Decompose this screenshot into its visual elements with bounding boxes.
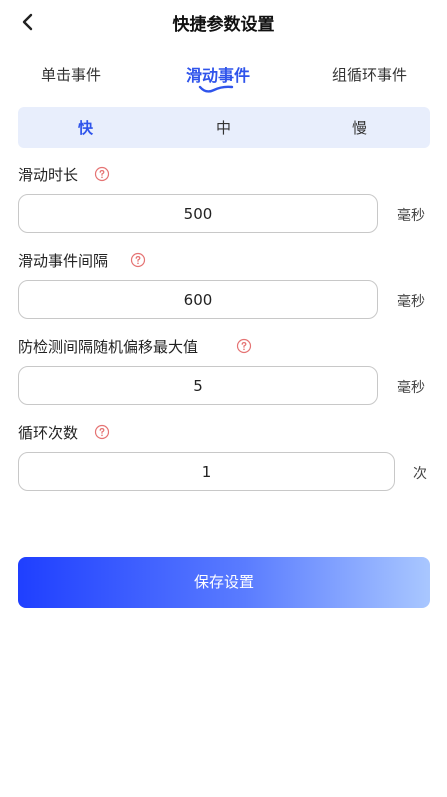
loop-count-help-icon[interactable] — [94, 424, 110, 440]
interval-help-icon[interactable] — [130, 252, 146, 268]
active-tab-indicator — [198, 85, 234, 93]
question-circle-icon — [94, 424, 110, 440]
question-circle-icon — [236, 338, 252, 354]
random-offset-help-icon[interactable] — [236, 338, 252, 354]
speed-option-slow[interactable]: 慢 — [352, 117, 367, 138]
interval-unit: 毫秒 — [397, 294, 425, 310]
random-offset-input[interactable] — [18, 366, 378, 405]
duration-input[interactable] — [18, 194, 378, 233]
interval-label: 滑动事件间隔 — [18, 252, 109, 270]
event-type-tabs: 单击事件 滑动事件 组循环事件 — [0, 60, 447, 96]
question-circle-icon — [130, 252, 146, 268]
duration-label: 滑动时长 — [18, 166, 79, 184]
duration-help-icon[interactable] — [94, 166, 110, 182]
speed-option-fast[interactable]: 快 — [78, 117, 93, 138]
loop-count-label: 循环次数 — [18, 424, 79, 442]
tab-swipe[interactable]: 滑动事件 — [186, 62, 250, 86]
tab-single-click[interactable]: 单击事件 — [41, 64, 101, 85]
header-bar: 快捷参数设置 — [0, 0, 447, 44]
loop-count-input[interactable] — [18, 452, 395, 491]
duration-unit: 毫秒 — [397, 208, 425, 224]
random-offset-label: 防检测间隔随机偏移最大值 — [18, 338, 199, 356]
loop-count-unit: 次 — [413, 466, 427, 482]
tab-group-loop[interactable]: 组循环事件 — [332, 64, 407, 85]
speed-option-medium[interactable]: 中 — [216, 117, 231, 138]
question-circle-icon — [94, 166, 110, 182]
speed-selector: 快 中 慢 — [18, 107, 430, 148]
random-offset-unit: 毫秒 — [397, 380, 425, 396]
save-settings-button[interactable]: 保存设置 — [18, 557, 430, 608]
page-title: 快捷参数设置 — [172, 15, 275, 35]
interval-input[interactable] — [18, 280, 378, 319]
